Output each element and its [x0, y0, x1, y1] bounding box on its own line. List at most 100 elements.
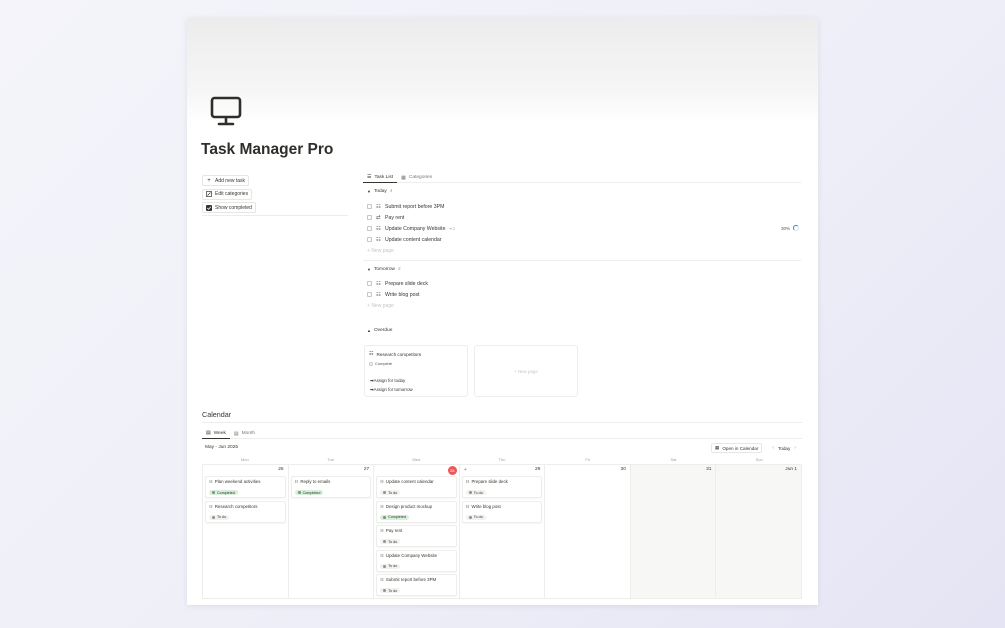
task-checkbox[interactable] [367, 292, 372, 297]
event-title: ☷ Plan weekend activities [209, 479, 260, 484]
calendar-day-cell[interactable]: 26 ☷ Plan weekend activities Completed ☷ Rese… [203, 465, 289, 598]
task-row[interactable]: ☷ Write blog post [367, 290, 797, 299]
view-tabs: ☰ Task List ▦ Categories [363, 172, 801, 183]
status-dot-icon [212, 515, 215, 519]
calendar-event-card[interactable]: ☷ Pay rent To do [376, 525, 457, 547]
status-badge: To do [465, 514, 486, 520]
event-title-text: Pay rent [385, 528, 403, 533]
assign-today-button[interactable]: ➡Assign for today [370, 378, 405, 384]
event-title: ☷ Update content calendar [380, 479, 434, 484]
event-title: ☷ Submit report before 3PM [380, 577, 436, 582]
task-title: Write blog post [385, 291, 420, 298]
card-title-text: Research competitors [376, 351, 422, 357]
status-dot-icon [468, 515, 472, 519]
task-row[interactable]: ☷ Update Company Website ⇥ 2 [367, 224, 797, 233]
group-overdue-header[interactable]: ▲ Overdue [367, 328, 392, 333]
status-text: To do [388, 539, 398, 544]
calendar-day-cell[interactable]: 28 ☷ Update content calendar To do ☷ Design p… [374, 465, 460, 598]
weekday-label: Fri [585, 457, 591, 462]
new-page-button[interactable]: + New page [367, 248, 394, 254]
list-icon: ☰ [367, 174, 372, 180]
calendar-event-card[interactable]: ☷ Submit report before 3PM To do [376, 574, 457, 596]
weekday-label: Mon [240, 457, 249, 462]
status-text: Completed [217, 490, 235, 495]
calendar-event-card[interactable]: ☷ Update content calendar To do [376, 476, 457, 498]
tab-week[interactable]: ▤ Week [202, 428, 230, 439]
task-checkbox[interactable] [367, 237, 372, 242]
today-button[interactable]: Today [778, 446, 790, 451]
chevron-right-icon[interactable]: › [794, 445, 796, 451]
day-number: Jun 1 [785, 467, 798, 472]
open-in-calendar-label: Open in Calendar [722, 445, 759, 451]
event-title-text: Update content calendar [385, 479, 434, 484]
calendar-event-card[interactable]: ☷ Prepare slide deck To do [461, 476, 543, 498]
notion-page: Task Manager Pro + Add new task Edit cat… [187, 18, 818, 605]
tab-month[interactable]: ▤ Month [230, 428, 259, 439]
calendar-event-card[interactable]: ☷ Plan weekend activities Completed [205, 476, 286, 498]
status-badge: Completed [380, 514, 409, 520]
tab-categories-label: Categories [408, 175, 433, 180]
checklist-icon: ☷ [380, 552, 384, 558]
checkbox-icon [206, 204, 212, 211]
card-status[interactable]: Complete [369, 361, 392, 366]
calendar-event-card[interactable]: ☷ Update Company Website To do [376, 549, 457, 572]
group-today-header[interactable]: ▼ Today 4 [367, 189, 392, 194]
task-row[interactable]: ☷ Prepare slide deck [367, 279, 797, 288]
task-checkbox[interactable] [367, 215, 372, 220]
new-page-button[interactable]: + New page [367, 303, 394, 309]
checklist-icon: ☷ [376, 236, 381, 243]
add-new-task-button[interactable]: + Add new task [202, 175, 250, 186]
edit-categories-button[interactable]: Edit categories [202, 188, 253, 200]
desktop-computer-icon[interactable] [209, 94, 243, 128]
new-page-label: New page [518, 369, 538, 374]
status-text: To do [473, 490, 483, 495]
weekday-label: Sat [670, 457, 677, 462]
tab-categories[interactable]: ▦ Categories [397, 172, 436, 183]
calendar-day-cell[interactable]: +29 ☷ Prepare slide deck To do ☷ Write blog p… [460, 465, 546, 598]
progress-value: 30% [781, 225, 791, 231]
tab-month-label: Month [241, 431, 255, 436]
tab-task-list[interactable]: ☰ Task List [363, 172, 398, 183]
calendar-day-cell[interactable]: 27 ☷ Reply to emails Completed [289, 465, 375, 598]
show-completed-button[interactable]: Show completed [202, 202, 256, 213]
calendar-day-cell[interactable]: 30 [545, 465, 631, 598]
task-checkbox[interactable] [367, 226, 372, 231]
calendar-event-card[interactable]: ☷ Reply to emails Completed [290, 476, 372, 498]
open-in-calendar-button[interactable]: ▦ Open in Calendar [711, 443, 763, 453]
calendar-week-grid: 26 ☷ Plan weekend activities Completed ☷ Rese… [202, 464, 802, 599]
weekday-header: Mon Tue Wed Thu Fri Sat Sun [202, 457, 802, 462]
calendar-event-card[interactable]: ☷ Design product mockup Completed [376, 500, 457, 523]
task-row[interactable]: ⇄ Pay rent [367, 213, 797, 222]
event-title: ☷ Write blog post [466, 504, 501, 509]
new-page-button[interactable]: + New page [475, 369, 577, 374]
group-tomorrow-header[interactable]: ▼ Tomorrow 2 [367, 267, 401, 272]
add-event-icon[interactable]: + [464, 467, 467, 473]
task-checkbox[interactable] [367, 204, 372, 209]
task-row[interactable]: ☷ Submit report before 3PM [367, 202, 797, 211]
calendar-event-card[interactable]: ☷ Research competitors To do [205, 500, 286, 523]
assign-tomorrow-button[interactable]: ➡Assign for tomorrow [370, 387, 413, 393]
event-title: ☷ Design product mockup [380, 504, 432, 509]
checklist-icon: ☷ [369, 351, 374, 357]
chevron-left-icon[interactable]: ‹ [772, 445, 774, 451]
action-buttons: + Add new task Edit categories Show comp… [202, 175, 348, 216]
calendar-day-cell[interactable]: 31 [630, 465, 717, 598]
calendar-event-card[interactable]: ☷ Write blog post To do [461, 500, 543, 523]
progress-indicator: 30% [781, 225, 800, 231]
task-row[interactable]: ☷ Update content calendar [367, 235, 797, 244]
group-tomorrow-count: 2 [398, 267, 401, 272]
overdue-card[interactable]: ☷ Research competitors Complete ➡Assign … [364, 345, 468, 397]
repeat-icon: ⇄ [376, 214, 381, 221]
task-title: Submit report before 3PM [385, 203, 445, 210]
status-badge: To do [209, 514, 230, 520]
new-card-placeholder[interactable]: + New page [474, 345, 578, 397]
event-title-text: Design product mockup [385, 503, 433, 509]
event-title-text: Prepare slide deck [471, 479, 508, 484]
weekday-label: Tue [327, 457, 334, 462]
calendar-day-cell[interactable]: Jun 1 [716, 465, 802, 598]
checklist-icon: ☷ [294, 479, 299, 484]
add-new-task-label: Add new task [215, 177, 246, 184]
new-page-label: New page [371, 248, 394, 254]
status-badge: To do [380, 563, 401, 569]
task-checkbox[interactable] [367, 281, 372, 286]
